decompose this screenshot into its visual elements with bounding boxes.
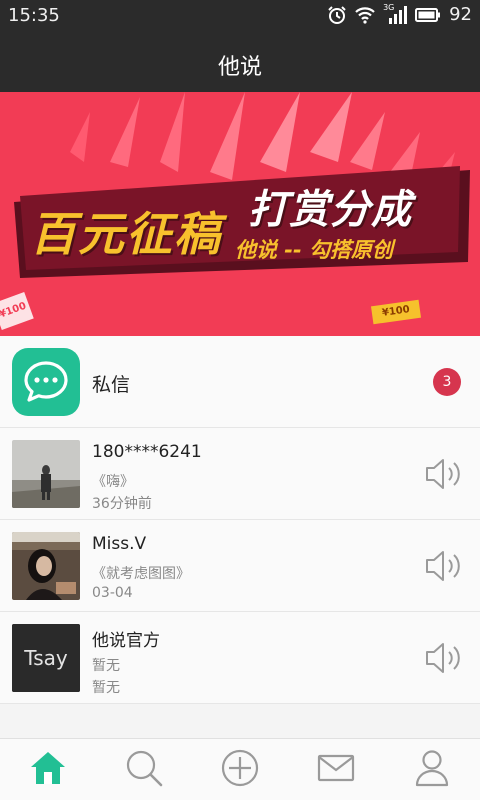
nav-profile[interactable] [384,739,480,800]
conversation-row[interactable]: Tsay 他说官方 暂无 暂无 [0,612,480,704]
avatar [12,440,80,508]
conversation-row[interactable]: 180****6241 《嗨》 36分钟前 [0,428,480,520]
add-icon [221,749,259,791]
private-message-row[interactable]: 私信 3 [0,336,480,428]
nav-message[interactable] [288,739,384,800]
contact-name: 他说官方 [92,631,160,651]
bottom-nav [0,738,480,800]
contact-name: Miss.V [92,534,147,554]
alarm-icon [327,5,347,25]
nav-home[interactable] [0,739,96,800]
article-title: 《就考虑图图》 [92,566,190,582]
home-icon [29,750,67,790]
avatar [12,532,80,600]
contact-name: 180****6241 [92,442,202,462]
message-time: 03-04 [92,585,133,601]
wifi-icon [355,6,375,24]
message-time: 暂无 [92,680,120,696]
nav-add[interactable] [192,739,288,800]
banner-subline: 他说 -- 勾搭原创 [235,238,394,262]
profile-icon [415,749,449,791]
signal-icon: 3G [383,2,408,25]
title-bar: 他说 [0,32,480,92]
message-list: 私信 3 180****6241 《嗨》 36分钟前 Miss.V 《就考虑图图… [0,336,480,704]
battery-level: 92 [449,4,472,25]
avatar: Tsay [12,624,80,692]
banner-headline: 百元征稿 [30,207,222,261]
conversation-row[interactable]: Miss.V 《就考虑图图》 03-04 [0,520,480,612]
page-title: 他说 [217,55,262,80]
chat-bubble-icon [12,348,80,416]
network-type: 3G [383,2,395,12]
battery-icon [415,7,441,22]
status-icons: 3G 92 [327,2,472,25]
status-bar: 15:35 3G 92 [0,0,480,32]
banner-reward-text: 打赏分成 [248,187,412,233]
speaker-icon[interactable] [424,642,464,678]
status-time: 15:35 [8,5,60,26]
unread-badge: 3 [433,368,461,396]
message-icon [317,753,355,787]
nav-search[interactable] [96,739,192,800]
speaker-icon[interactable] [424,550,464,586]
tsay-logo-text: Tsay [23,646,68,670]
article-title: 暂无 [92,658,120,674]
article-title: 《嗨》 [92,474,134,490]
speaker-icon[interactable] [424,458,464,494]
message-time: 36分钟前 [92,496,152,512]
search-icon [125,749,163,791]
private-message-label: 私信 [92,374,131,396]
